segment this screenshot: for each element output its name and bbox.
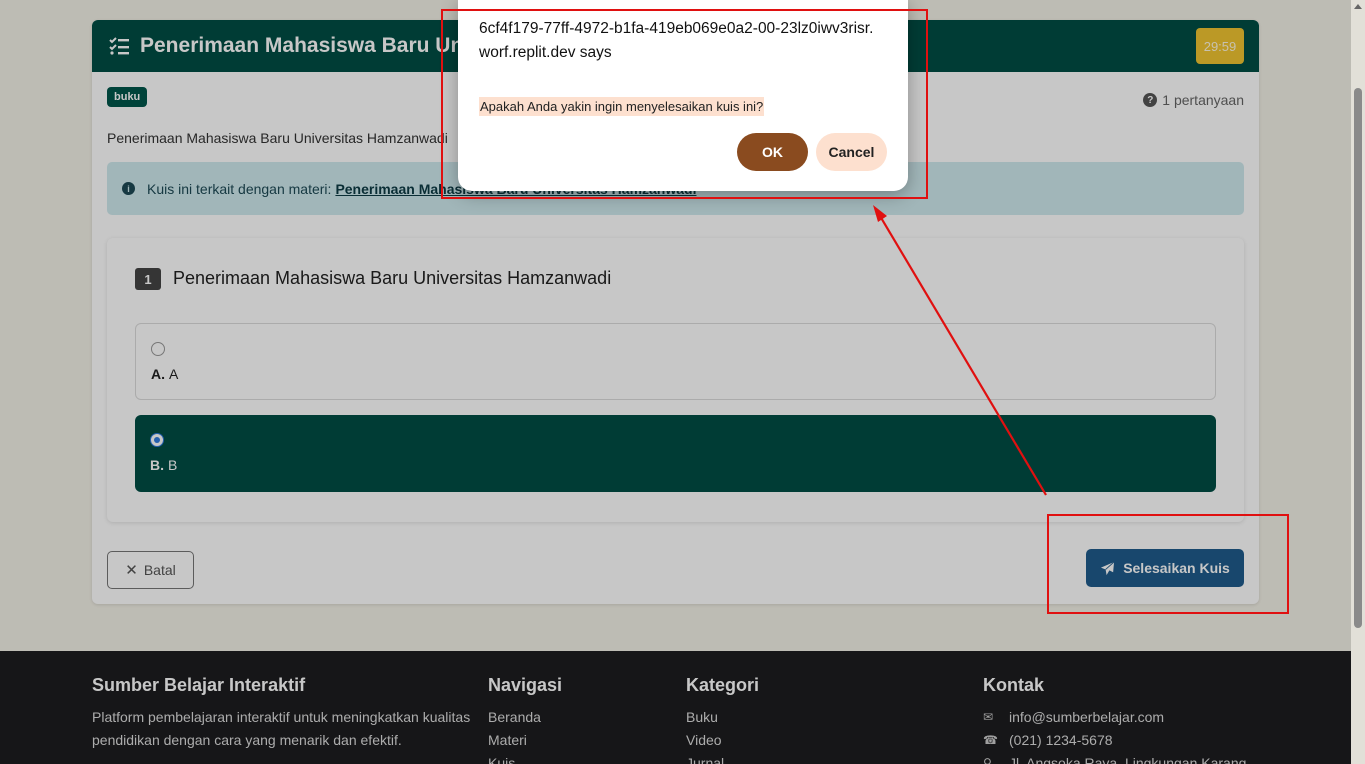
- scrollbar-thumb[interactable]: [1354, 88, 1362, 628]
- annotation-box-dialog: [441, 9, 928, 199]
- annotation-box-finish: [1047, 514, 1289, 614]
- scroll-up-arrow-icon[interactable]: [1354, 4, 1362, 9]
- scrollbar[interactable]: [1351, 0, 1365, 764]
